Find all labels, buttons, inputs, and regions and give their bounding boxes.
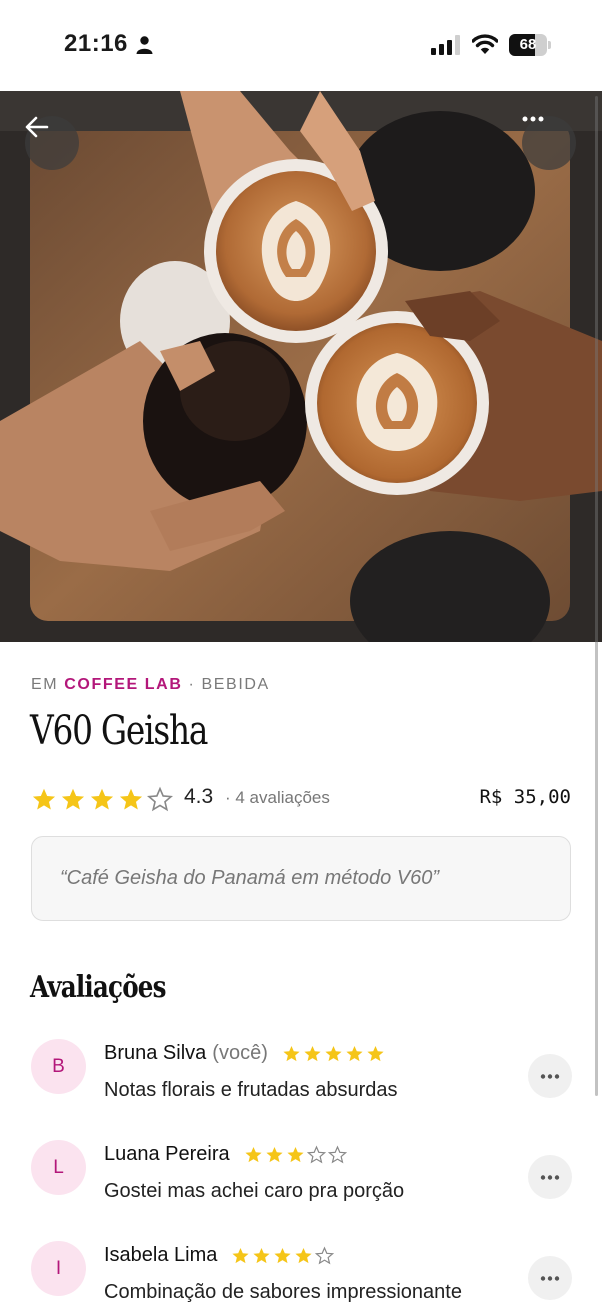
review-item: L Luana Pereira Gostei mas achei caro pr…: [31, 1140, 572, 1220]
breadcrumb-separator: ·: [188, 676, 196, 693]
ellipsis-icon: [522, 116, 544, 122]
more-options-button[interactable]: [522, 116, 576, 170]
product-title: V60 Geisha: [30, 708, 208, 754]
breadcrumb: EM COFFEE LAB · BEBIDA: [31, 676, 270, 694]
star-empty-icon: [327, 1145, 347, 1164]
star-filled-icon: [245, 1146, 262, 1163]
avatar: B: [31, 1039, 86, 1094]
reviewer-name: Isabela Lima: [104, 1244, 218, 1266]
star-filled-icon: [274, 1247, 291, 1264]
reviews-title: Avaliações: [30, 970, 166, 1005]
review-text: Combinação de sabores impressionante: [104, 1281, 462, 1303]
ellipsis-icon: [540, 1073, 560, 1079]
star-filled-icon: [119, 788, 143, 810]
star-filled-icon: [295, 1247, 312, 1264]
rating-value: 4.3: [184, 785, 214, 808]
review-item: B Bruna Silva (você) Notas florais e fru…: [31, 1039, 572, 1119]
avatar: L: [31, 1140, 86, 1195]
star-filled-icon: [367, 1045, 384, 1062]
rating-count[interactable]: · 4 avaliações: [225, 788, 330, 808]
star-filled-icon: [32, 788, 56, 810]
star-filled-icon: [304, 1045, 321, 1062]
status-bar: 21:16 68: [0, 0, 602, 91]
star-filled-icon: [61, 788, 85, 810]
review-stars: [282, 1044, 385, 1063]
star-filled-icon: [266, 1146, 283, 1163]
breadcrumb-prefix: EM: [31, 676, 59, 693]
review-stars: [244, 1145, 347, 1164]
star-filled-icon: [346, 1045, 363, 1062]
hero-image: [0, 91, 602, 642]
description-box: “Café Geisha do Panamá em método V60”: [31, 836, 571, 921]
signal-icon: [431, 35, 460, 55]
category-label: BEBIDA: [201, 676, 270, 693]
place-link[interactable]: COFFEE LAB: [64, 676, 182, 693]
star-filled-icon: [253, 1247, 270, 1264]
star-empty-icon: [315, 1246, 335, 1265]
review-stars: [231, 1246, 335, 1265]
review-item: I Isabela Lima Combinação de sabores imp…: [31, 1241, 572, 1306]
price: R$ 35,00: [479, 786, 571, 808]
review-more-button[interactable]: [528, 1155, 572, 1199]
star-filled-icon: [90, 788, 114, 810]
you-label: (você): [212, 1042, 268, 1064]
battery-level: 68: [519, 36, 537, 53]
star-empty-icon: [306, 1145, 326, 1164]
rating-stars: [31, 786, 173, 812]
avatar: I: [31, 1241, 86, 1296]
back-button[interactable]: [25, 116, 79, 170]
scrollbar[interactable]: [595, 96, 598, 1096]
star-filled-icon: [232, 1247, 249, 1264]
rating-row: 4.3 · 4 avaliações R$ 35,00: [31, 784, 571, 814]
review-text: Gostei mas achei caro pra porção: [104, 1180, 405, 1202]
status-time: 21:16: [64, 30, 128, 57]
ellipsis-icon: [540, 1174, 560, 1180]
arrow-left-icon: [25, 116, 49, 138]
ellipsis-icon: [540, 1275, 560, 1281]
star-filled-icon: [283, 1045, 300, 1062]
reviewer-name: Luana Pereira: [104, 1143, 230, 1165]
reviewer-name: Bruna Silva: [104, 1042, 207, 1064]
review-more-button[interactable]: [528, 1054, 572, 1098]
star-empty-icon: [147, 786, 173, 812]
review-text: Notas florais e frutadas absurdas: [104, 1079, 398, 1101]
review-more-button[interactable]: [528, 1256, 572, 1300]
coffee-photo: [0, 91, 602, 642]
wifi-icon: [472, 34, 498, 54]
star-filled-icon: [325, 1045, 342, 1062]
star-filled-icon: [287, 1146, 304, 1163]
description-text: “Café Geisha do Panamá em método V60”: [60, 867, 440, 889]
battery-indicator: 68: [509, 34, 551, 56]
person-icon: [136, 36, 153, 54]
